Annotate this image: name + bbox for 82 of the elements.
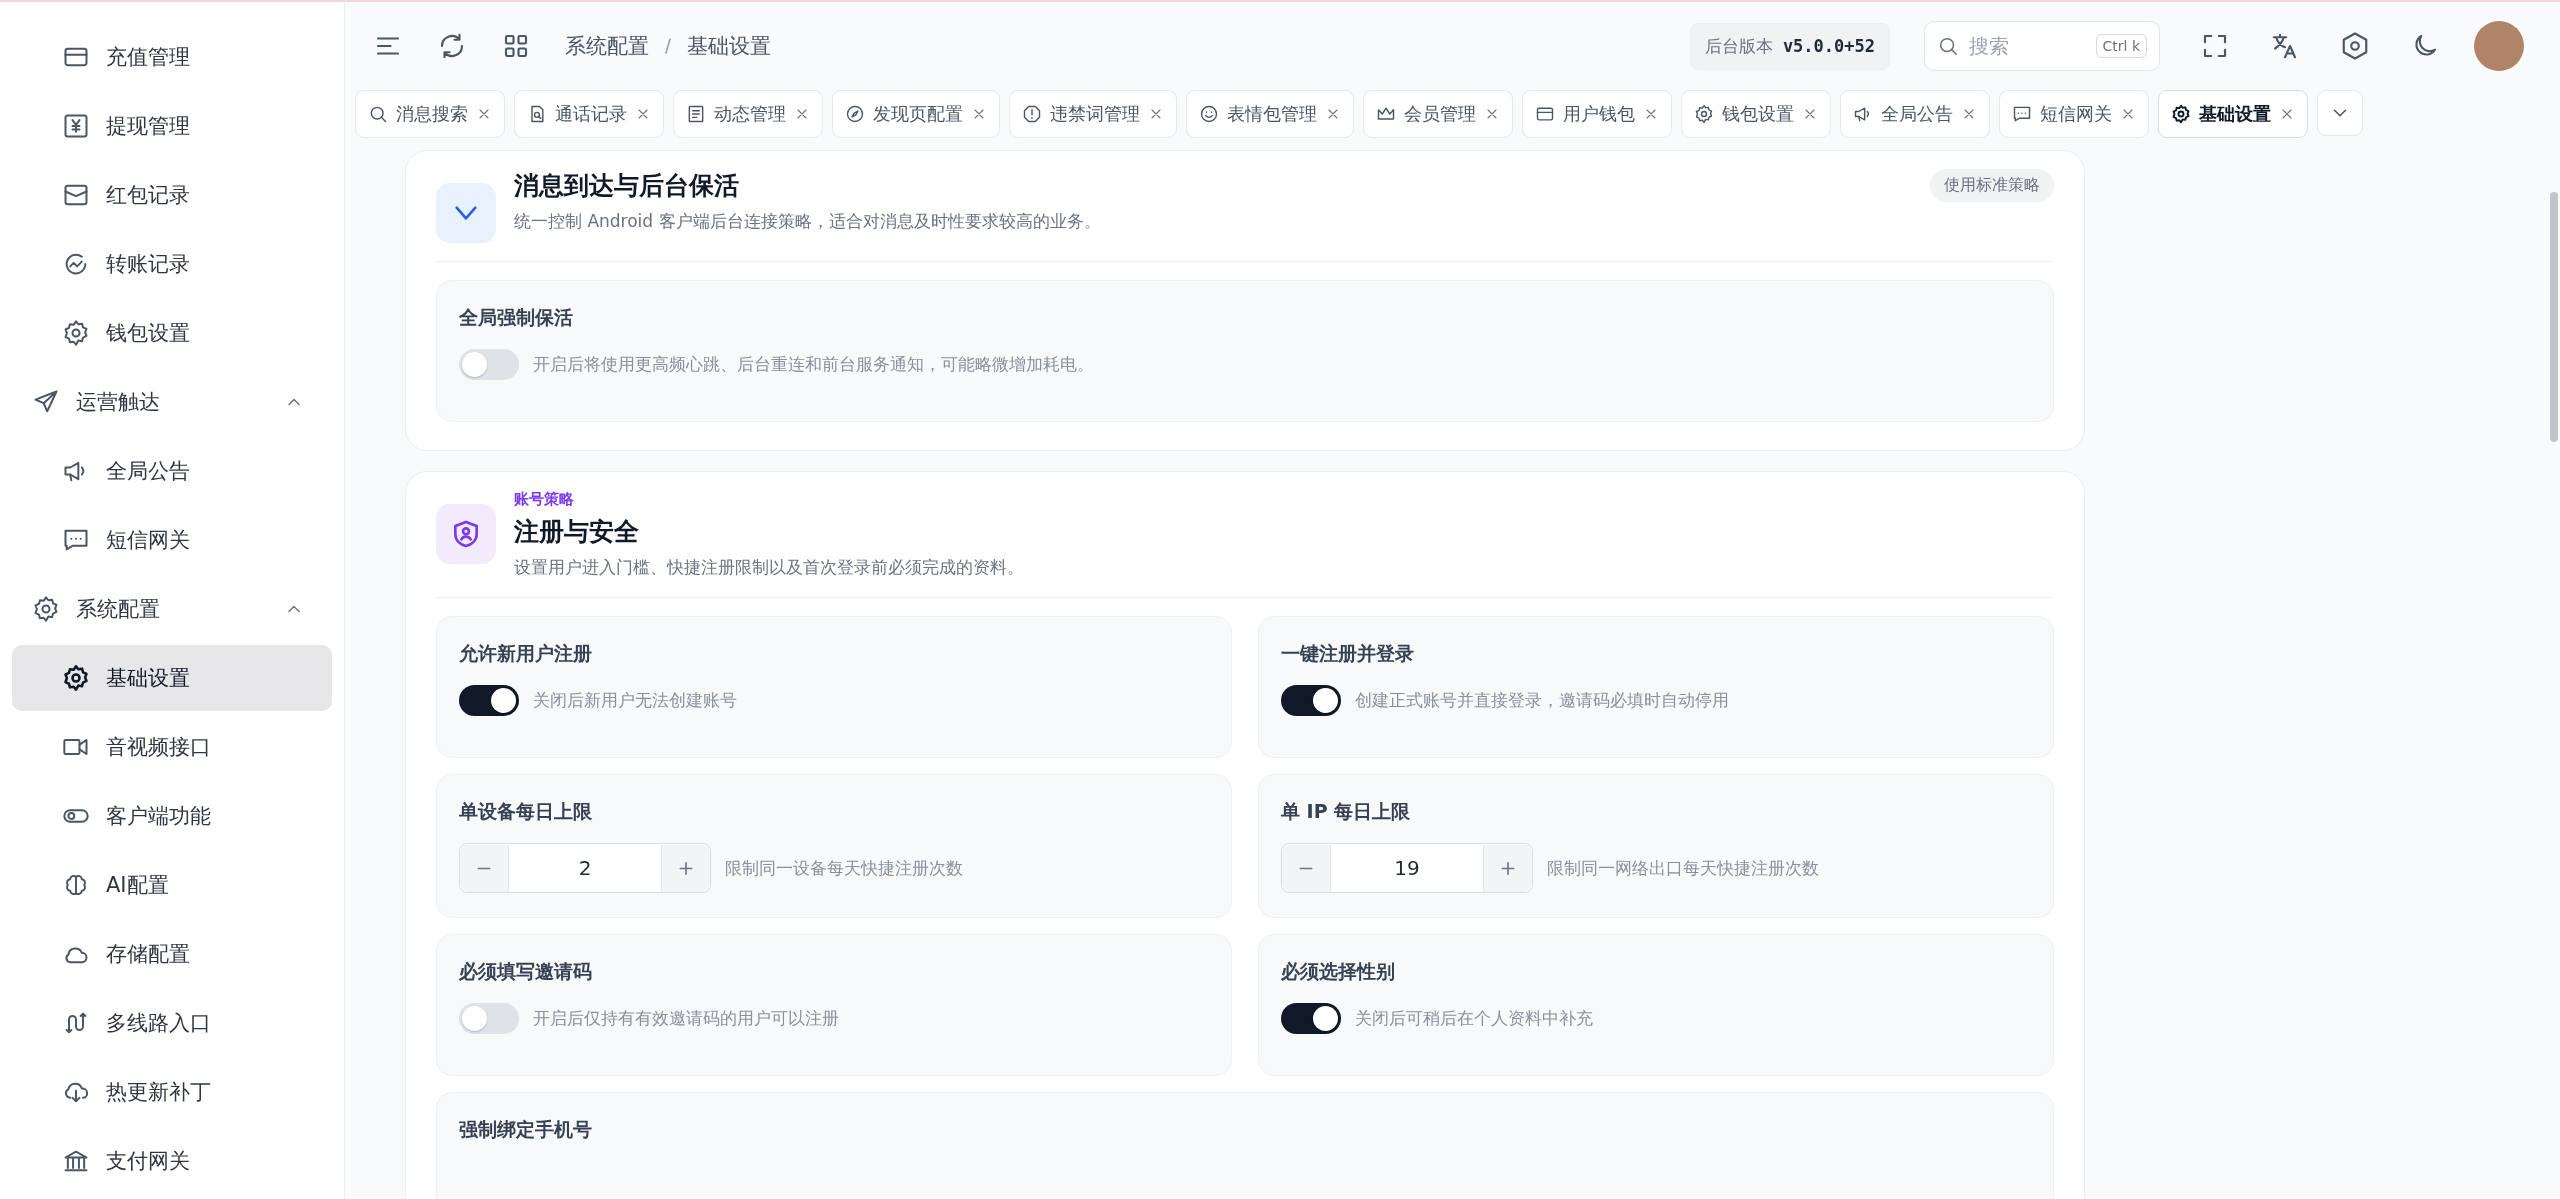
search-input[interactable]: 搜索 — [1967, 33, 2096, 59]
tab[interactable]: 基础设置 — [2158, 90, 2308, 138]
sidebar-item[interactable]: 红包记录 — [12, 162, 332, 228]
setting-hint: 创建正式账号并直接登录，邀请码必填时自动停用 — [1355, 689, 1729, 712]
breadcrumb-link[interactable]: 系统配置 — [565, 32, 649, 60]
shield-user-icon — [436, 504, 496, 564]
sidebar-item[interactable]: 基础设置 — [12, 645, 332, 711]
setting-label: 必须填写邀请码 — [459, 959, 593, 984]
toggle-switch[interactable] — [1281, 1003, 1341, 1034]
tab[interactable]: 短信网关 — [1999, 90, 2149, 138]
search-icon — [1937, 35, 1959, 57]
breadcrumb-link[interactable]: 基础设置 — [687, 32, 771, 60]
setting-hint: 关闭后可稍后在个人资料中补充 — [1355, 1007, 1593, 1030]
setting-label: 全局强制保活 — [459, 305, 574, 330]
setting-label: 一键注册并登录 — [1281, 641, 1415, 666]
sidebar-item[interactable]: 音视频接口 — [12, 714, 332, 780]
gear-icon — [32, 595, 60, 623]
sidebar-item[interactable]: 充值管理 — [12, 24, 332, 90]
settings-icon[interactable] — [2340, 31, 2370, 61]
tab[interactable]: 用户钱包 — [1522, 90, 1672, 138]
sidebar-item[interactable]: 短信网关 — [12, 507, 332, 573]
search-field[interactable]: 搜索 Ctrl k — [1924, 21, 2160, 71]
sidebar-group[interactable]: 系统配置 — [12, 576, 332, 642]
tab[interactable]: 全局公告 — [1840, 90, 1990, 138]
setting-label: 单设备每日上限 — [459, 799, 593, 824]
tab[interactable]: 消息搜索 — [355, 90, 505, 138]
card-icon — [1535, 104, 1555, 124]
toggle-switch[interactable] — [459, 1003, 519, 1034]
sidebar-item[interactable]: 钱包设置 — [12, 300, 332, 366]
version-number: v5.0.0+52 — [1782, 36, 1875, 56]
tab[interactable]: 钱包设置 — [1681, 90, 1831, 138]
group-label: 系统配置 — [76, 596, 161, 623]
group-label: 运营触达 — [76, 389, 161, 416]
sidebar-item[interactable]: AI配置 — [12, 852, 332, 918]
tab[interactable]: 违禁词管理 — [1009, 90, 1177, 138]
tab[interactable]: 表情包管理 — [1186, 90, 1354, 138]
avatar[interactable] — [2474, 21, 2524, 71]
section-eyebrow: 账号策略 — [514, 490, 575, 509]
sidebar-item[interactable]: 存储配置 — [12, 921, 332, 987]
tab[interactable]: 会员管理 — [1363, 90, 1513, 138]
sidebar-item[interactable]: 热更新补丁 — [12, 1059, 332, 1125]
toggle-switch[interactable] — [459, 349, 519, 380]
gear-icon — [1694, 104, 1714, 124]
section-title: 注册与安全 — [514, 516, 640, 548]
setting-label: 单 IP 每日上限 — [1281, 799, 1412, 824]
sidebar-item[interactable]: 转账记录 — [12, 231, 332, 297]
sidebar-item[interactable]: 支付网关 — [12, 1128, 332, 1194]
sidebar-item[interactable]: 多线路入口 — [12, 990, 332, 1056]
section-description: 统一控制 Android 客户端后台连接策略，适合对消息及时性要求较高的业务。 — [514, 210, 1102, 233]
sidebar-group[interactable]: 运营触达 — [12, 369, 332, 435]
sidebar-item[interactable]: 客户端功能 — [12, 783, 332, 849]
shortcut-hint: Ctrl k — [2095, 34, 2147, 58]
chevron-icon — [436, 183, 496, 243]
tab[interactable]: 通话记录 — [514, 90, 664, 138]
tab[interactable]: 发现页配置 — [832, 90, 1000, 138]
search-icon — [368, 104, 388, 124]
setting-hint: 关闭后新用户无法创建账号 — [533, 689, 737, 712]
document-icon — [686, 104, 706, 124]
setting-label: 允许新用户注册 — [459, 641, 593, 666]
setting-label: 必须选择性别 — [1281, 959, 1396, 984]
yen-icon — [62, 112, 90, 140]
setting-label: 强制绑定手机号 — [459, 1117, 593, 1142]
strategy-badge: 使用标准策略 — [1930, 169, 2054, 202]
gear-icon — [62, 664, 90, 692]
toggle-switch[interactable] — [1281, 685, 1341, 716]
version-label: 后台版本 — [1704, 34, 1773, 58]
setting-hint: 开启后将使用更高频心跳、后台重连和前台服务通知，可能略微增加耗电。 — [533, 353, 1094, 376]
compass-icon — [845, 104, 865, 124]
sidebar-item[interactable]: 全局公告 — [12, 438, 332, 504]
gear-icon — [62, 319, 90, 347]
smile-icon — [1199, 104, 1219, 124]
setting-hint: 限制同一设备每天快捷注册次数 — [725, 856, 963, 880]
sidebar-item[interactable]: 提现管理 — [12, 93, 332, 159]
toggle-switch[interactable] — [459, 685, 519, 716]
gear-icon — [2171, 104, 2191, 124]
setting-hint: 开启后仅持有有效邀请码的用户可以注册 — [533, 1007, 839, 1030]
section-title: 消息到达与后台保活 — [514, 170, 740, 202]
section-description: 设置用户进入门槛、快捷注册限制以及首次登录前必须完成的资料。 — [514, 556, 1025, 579]
message-icon — [2012, 104, 2032, 124]
tab[interactable]: 动态管理 — [673, 90, 823, 138]
alert-icon — [1022, 104, 1042, 124]
setting-hint: 限制同一网络出口每天快捷注册次数 — [1547, 856, 1819, 880]
